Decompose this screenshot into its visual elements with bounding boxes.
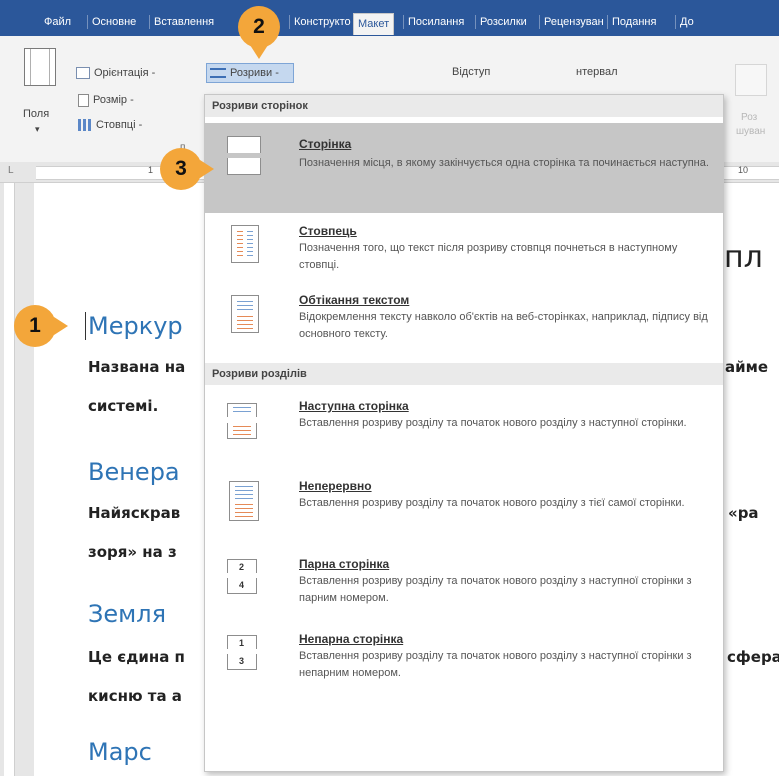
orientation-icon <box>76 67 90 79</box>
menu-item-text-wrapping[interactable]: Обтікання текстом Відокремлення тексту н… <box>205 285 723 353</box>
heading-venus: Венера <box>88 458 180 486</box>
margins-button-label[interactable]: Поля <box>23 108 49 120</box>
tab-mailings[interactable]: Розсилки <box>475 12 531 32</box>
ruler-number: 10 <box>738 165 749 175</box>
tab-design[interactable]: Конструкто <box>289 12 355 32</box>
tab-home[interactable]: Основне <box>86 12 140 32</box>
orientation-button[interactable]: Орієнтація - <box>76 64 155 82</box>
menu-item-description: Вставлення розриву розділу та початок но… <box>299 575 692 604</box>
body-text-line: Названа на <box>88 358 186 376</box>
body-text-line: айме <box>725 358 769 376</box>
tab-view[interactable]: Подання <box>606 12 660 32</box>
text-cursor <box>85 312 86 340</box>
menu-item-continuous[interactable]: Неперервно Вставлення розриву розділу та… <box>205 467 723 539</box>
callout-2-pointer <box>250 45 268 59</box>
callout-1: 1 <box>14 305 56 347</box>
callout-3-pointer <box>200 160 214 178</box>
heading-mercury: Меркур <box>88 312 183 340</box>
margins-icon[interactable] <box>24 48 56 86</box>
position-label: Роз <box>741 112 758 123</box>
menu-item-description: Відокремлення тексту навколо об'єктів на… <box>299 311 708 340</box>
menu-item-next-page[interactable]: Наступна сторінка Вставлення розриву роз… <box>205 391 723 461</box>
body-text-line: Це єдина п <box>88 648 185 666</box>
body-text-line: Найяскрав <box>88 504 181 522</box>
menu-item-title: Неперервно <box>299 479 372 493</box>
tab-review[interactable]: Рецензуван <box>539 12 608 32</box>
menu-item-column-break[interactable]: Стовпець Позначення того, що текст після… <box>205 215 723 277</box>
heading-earth: Земля <box>88 600 167 628</box>
menu-item-even-page[interactable]: 2 4 Парна сторінка Вставлення розриву ро… <box>205 547 723 617</box>
ruler-number: 1 <box>148 165 154 175</box>
vertical-ruler-strip <box>4 183 15 776</box>
columns-button[interactable]: Стовпці - <box>78 116 142 134</box>
chevron-down-icon[interactable]: ▾ <box>35 124 40 135</box>
ruler-corner-icon[interactable]: L <box>8 165 14 176</box>
page-break-icon <box>227 136 261 175</box>
body-text-line: кисню та а <box>88 687 182 705</box>
size-button[interactable]: Розмір - <box>78 91 134 109</box>
menu-section-page-breaks: Розриви сторінок <box>205 95 723 117</box>
menu-item-description: Позначення того, що текст після розриву … <box>299 242 678 271</box>
menu-item-title: Сторінка <box>299 137 352 151</box>
document-title-fragment: пл <box>724 240 763 275</box>
text-wrapping-icon <box>227 295 261 333</box>
column-break-icon <box>227 225 261 263</box>
heading-mars: Марс <box>88 738 152 766</box>
breaks-button-content[interactable]: Розриви - <box>210 64 279 82</box>
even-page-icon: 2 4 <box>227 559 261 597</box>
wrap-label: шуван <box>736 126 766 137</box>
tab-more[interactable]: До <box>675 12 698 32</box>
menu-item-title: Непарна сторінка <box>299 632 404 646</box>
tab-references[interactable]: Посилання <box>402 12 468 32</box>
orientation-label: Орієнтація - <box>94 67 156 79</box>
page-size-icon <box>78 93 89 107</box>
menu-item-description: Вставлення розриву розділу та початок но… <box>299 417 687 429</box>
menu-item-odd-page[interactable]: 1 3 Непарна сторінка Вставлення розриву … <box>205 621 723 695</box>
body-text-line: зоря» на з <box>88 543 177 561</box>
tab-file[interactable]: Файл <box>40 12 75 32</box>
menu-item-description: Вставлення розриву розділу та початок но… <box>299 650 692 679</box>
vertical-ruler <box>0 183 20 776</box>
body-text-line: системі. <box>88 397 159 415</box>
spacing-label: нтервал <box>576 66 618 78</box>
callout-1-pointer <box>54 317 68 335</box>
menu-item-title: Обтікання текстом <box>299 293 410 307</box>
position-icon <box>735 64 767 96</box>
breaks-label: Розриви - <box>230 67 279 79</box>
odd-page-icon: 1 3 <box>227 635 261 673</box>
continuous-icon <box>227 481 261 521</box>
menu-item-title: Наступна сторінка <box>299 399 409 413</box>
tab-layout[interactable]: Макет <box>353 13 395 35</box>
menu-section-section-breaks: Розриви розділів <box>205 363 723 385</box>
menu-item-description: Вставлення розриву розділу та початок но… <box>299 497 685 509</box>
breaks-icon <box>210 68 226 78</box>
size-label: Розмір - <box>93 94 134 106</box>
columns-label: Стовпці - <box>96 119 143 131</box>
breaks-dropdown-menu: Розриви сторінок Сторінка Позначення міс… <box>204 94 724 772</box>
next-page-icon <box>227 403 261 441</box>
menu-item-title: Стовпець <box>299 224 357 238</box>
callout-2: 2 <box>238 6 280 48</box>
columns-icon <box>78 119 92 131</box>
menu-item-description: Позначення місця, в якому закінчується о… <box>299 157 709 169</box>
menu-item-title: Парна сторінка <box>299 557 390 571</box>
body-text-line: «ра <box>728 504 759 522</box>
indent-label: Відступ <box>452 66 491 78</box>
callout-3: 3 <box>160 148 202 190</box>
body-text-line: сфера <box>727 648 779 666</box>
tab-insert[interactable]: Вставлення <box>148 12 218 32</box>
menu-item-page-break[interactable]: Сторінка Позначення місця, в якому закін… <box>205 123 723 213</box>
